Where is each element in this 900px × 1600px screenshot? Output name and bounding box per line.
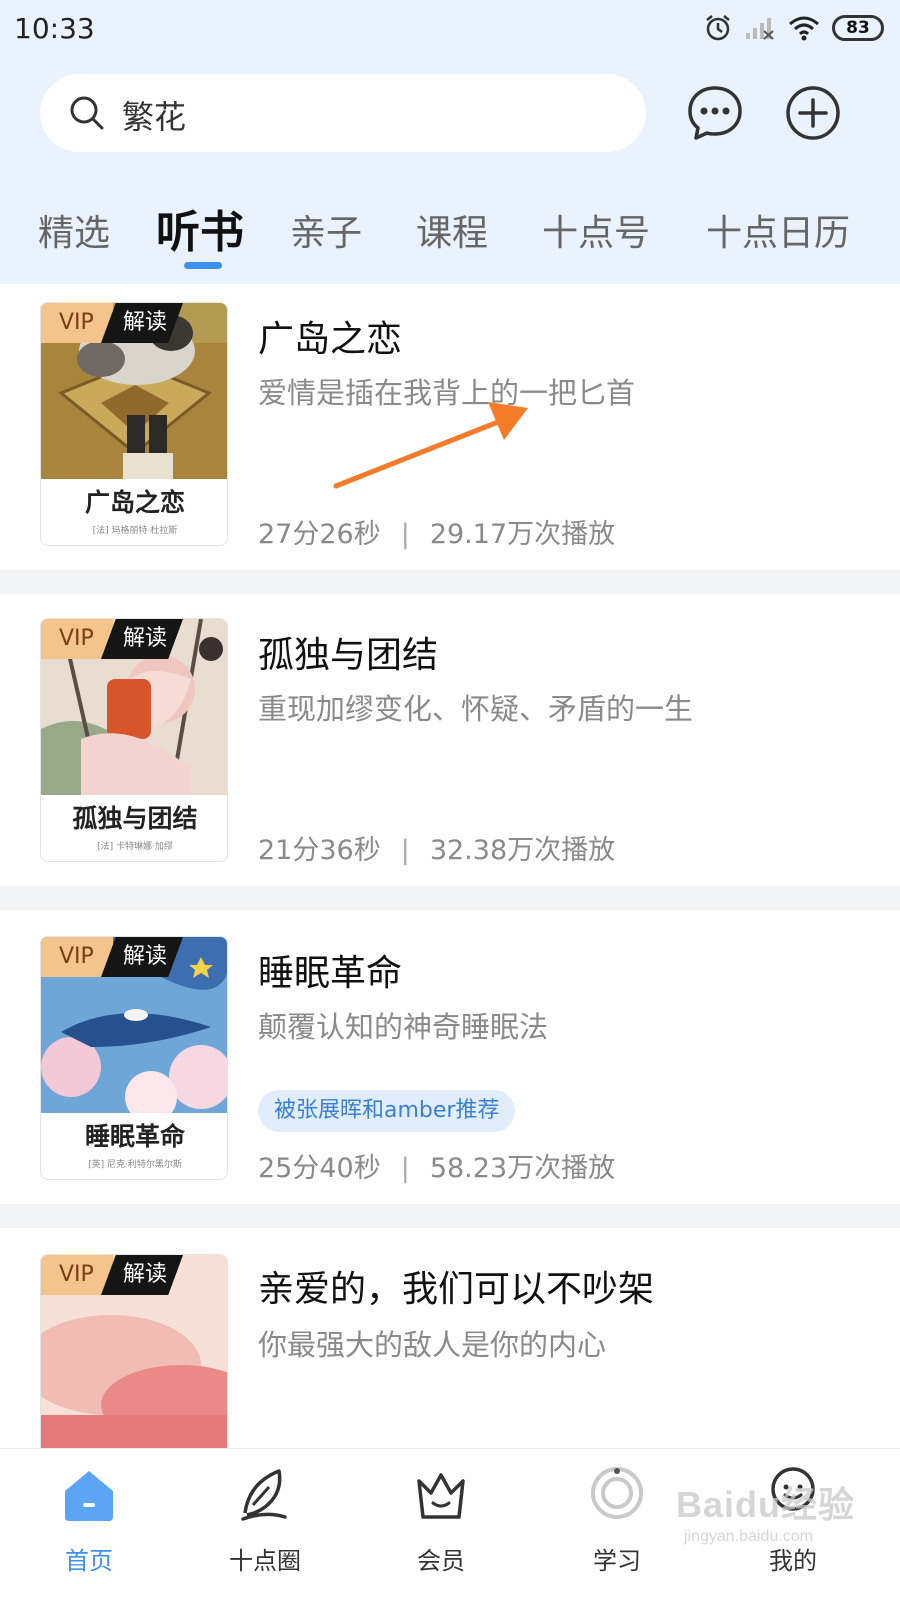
wifi-icon (789, 16, 819, 41)
cover-title: 孤独与团结 (72, 804, 198, 833)
feather-icon (241, 1469, 287, 1521)
nav-member[interactable]: 会员 (376, 1463, 506, 1576)
cover-author: [法] 玛格丽特·杜拉斯 (92, 526, 178, 536)
search-input[interactable]: 繁花 (122, 92, 186, 138)
book-meta: 21分36秒 | 32.38万次播放 (258, 828, 615, 867)
signal-icon (746, 18, 774, 40)
book-plays: 29.17万次播放 (429, 519, 616, 550)
nav-home[interactable]: 首页 (24, 1463, 154, 1576)
category-tabs: 精选 听书 亲子 课程 十点号 十点日历 (0, 196, 900, 276)
book-meta: 27分26秒 | 29.17万次播放 (258, 512, 615, 551)
book-card[interactable]: 广岛之恋 [法] 玛格丽特·杜拉斯 VIP 解读 广岛之恋 爱情是插在我背上的一… (0, 284, 900, 570)
book-subtitle: 你最强大的敌人是你的内心 (258, 1328, 607, 1362)
nav-label: 我的 (769, 1547, 817, 1575)
cover-title: 睡眠革命 (84, 1122, 185, 1151)
badge-tag: 解读 (101, 303, 183, 343)
book-duration: 21分36秒 (258, 835, 381, 866)
book-subtitle: 重现加缪变化、怀疑、矛盾的一生 (258, 692, 694, 726)
search-bar[interactable]: 繁花 (40, 74, 646, 152)
watermark-url: jingyan.baidu.com (684, 1528, 813, 1545)
add-icon[interactable] (784, 84, 842, 142)
recommend-tag[interactable]: 被张展晖和amber推荐 (258, 1090, 516, 1132)
nav-circle[interactable]: 十点圈 (200, 1463, 330, 1576)
vip-badge: VIP 解读 (41, 303, 183, 343)
book-duration: 27分26秒 (258, 519, 381, 550)
book-cover[interactable]: 孤独与团结 [法] 卡特琳娜·加缪 VIP 解读 (40, 618, 228, 862)
book-subtitle: 颠覆认知的神奇睡眠法 (258, 1010, 549, 1044)
book-meta: 25分40秒 | 58.23万次播放 (258, 1146, 615, 1185)
nav-label: 学习 (593, 1547, 641, 1575)
crown-icon (417, 1473, 465, 1519)
nav-label: 十点圈 (229, 1547, 301, 1575)
tab-featured[interactable]: 精选 (38, 204, 110, 256)
header-area: 10:33 83 繁花 精选 听书 亲子 课程 十点号 十点日历 (0, 0, 900, 290)
book-cover[interactable]: VIP 解读 (40, 1254, 228, 1448)
book-title: 孤独与团结 (258, 635, 439, 676)
vip-badge: VIP 解读 (41, 937, 183, 977)
vip-label: VIP (41, 937, 113, 977)
meta-separator: | (400, 1153, 410, 1184)
cover-author: [英] 尼克·利特尔黑尔斯 (88, 1160, 182, 1170)
study-icon (591, 1467, 643, 1519)
cover-title: 广岛之恋 (84, 488, 185, 517)
battery-indicator: 83 (832, 15, 884, 41)
home-icon (65, 1471, 113, 1521)
badge-tag: 解读 (101, 937, 183, 977)
vip-badge: VIP 解读 (41, 1255, 183, 1295)
vip-label: VIP (41, 303, 113, 343)
book-subtitle: 爱情是插在我背上的一把匕首 (258, 376, 636, 410)
search-icon (70, 96, 104, 130)
nav-study[interactable]: 学习 (552, 1463, 682, 1576)
active-tab-indicator (184, 262, 222, 269)
book-title: 广岛之恋 (258, 319, 403, 360)
nav-label: 首页 (65, 1547, 113, 1575)
watermark: Baidu经验 (676, 1484, 856, 1525)
alarm-icon (706, 15, 730, 41)
book-card[interactable]: VIP 解读 亲爱的，我们可以不吵架 你最强大的敌人是你的内心 (0, 1228, 900, 1448)
tab-parenting[interactable]: 亲子 (290, 204, 362, 256)
book-duration: 25分40秒 (258, 1153, 381, 1184)
book-cover[interactable]: 睡眠革命 [英] 尼克·利特尔黑尔斯 VIP 解读 (40, 936, 228, 1180)
tab-shidian-calendar[interactable]: 十点日历 (706, 204, 850, 256)
book-card[interactable]: 孤独与团结 [法] 卡特琳娜·加缪 VIP 解读 孤独与团结 重现加缪变化、怀疑… (0, 594, 900, 886)
badge-tag: 解读 (101, 1255, 183, 1295)
book-title: 亲爱的，我们可以不吵架 (258, 1269, 655, 1310)
cover-author: [法] 卡特琳娜·加缪 (97, 842, 173, 852)
status-icons: 83 (704, 14, 884, 42)
tab-courses[interactable]: 课程 (416, 204, 488, 256)
status-bar: 10:33 83 (0, 0, 900, 62)
book-title: 睡眠革命 (258, 953, 403, 994)
book-plays: 32.38万次播放 (429, 835, 616, 866)
tab-shidian-account[interactable]: 十点号 (542, 204, 650, 256)
vip-label: VIP (41, 1255, 113, 1295)
nav-label: 会员 (417, 1547, 465, 1575)
message-icon[interactable] (686, 84, 744, 142)
vip-badge: VIP 解读 (41, 619, 183, 659)
tab-audiobooks[interactable]: 听书 (156, 196, 244, 260)
book-card[interactable]: 睡眠革命 [英] 尼克·利特尔黑尔斯 VIP 解读 睡眠革命 颠覆认知的神奇睡眠… (0, 910, 900, 1204)
book-plays: 58.23万次播放 (429, 1153, 616, 1184)
meta-separator: | (400, 519, 410, 550)
book-cover[interactable]: 广岛之恋 [法] 玛格丽特·杜拉斯 VIP 解读 (40, 302, 228, 546)
status-time: 10:33 (14, 12, 95, 45)
badge-tag: 解读 (101, 619, 183, 659)
meta-separator: | (400, 835, 410, 866)
vip-label: VIP (41, 619, 113, 659)
